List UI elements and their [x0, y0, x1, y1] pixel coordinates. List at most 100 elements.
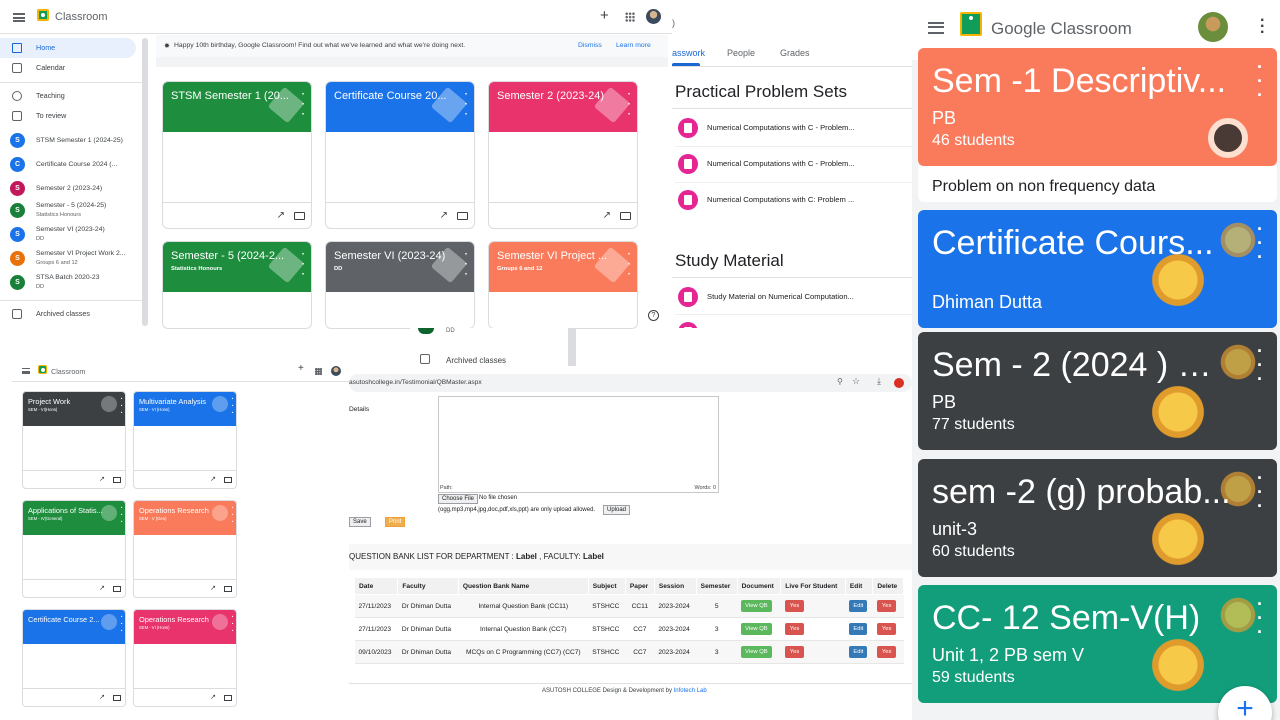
class-card-header[interactable]: Semester - 5 (2024-2... Statistics Honour…: [163, 242, 311, 292]
class-card-title[interactable]: Applications of Statis...: [28, 506, 110, 515]
list-item-title[interactable]: Study Material on Numerical Computation.…: [707, 327, 907, 328]
class-card[interactable]: Certificate Cours... Dhiman Dutta · · ·: [918, 210, 1277, 328]
view-qb-button[interactable]: View QB: [741, 623, 772, 635]
live-toggle-button[interactable]: Yes: [784, 623, 805, 635]
address-bar[interactable]: asutoshcollege.in/Testimonial/QBMaster.a…: [349, 374, 912, 392]
sidebar-class-item[interactable]: S STSA Batch 2020-23 DD: [0, 272, 136, 294]
avatar[interactable]: [331, 366, 341, 376]
more-vert-icon[interactable]: · · ·: [1260, 13, 1265, 41]
more-vert-icon[interactable]: · · ·: [121, 614, 123, 635]
list-item[interactable]: Study Material on Numerical Computation.…: [675, 317, 909, 328]
class-card-title[interactable]: Semester 2 (2023-24): [497, 90, 615, 102]
sidebar-class-item[interactable]: S Semester VI (2023-24) DD: [0, 224, 136, 246]
folder-icon[interactable]: [224, 586, 232, 592]
class-card-header[interactable]: Applications of Statis... SEM - IV(Genera…: [23, 501, 125, 535]
more-vert-icon[interactable]: · · ·: [232, 396, 234, 417]
class-card-title[interactable]: Operations Research: [139, 506, 221, 515]
details-editor[interactable]: Path: Words: 0: [438, 396, 719, 493]
add-icon[interactable]: +: [298, 363, 304, 374]
class-card[interactable]: Applications of Statis... SEM - IV(Genera…: [22, 500, 126, 598]
list-item-title[interactable]: Study Material on Numerical Computation.…: [707, 292, 907, 301]
class-card-title[interactable]: Sem -1 Descriptiv...: [932, 62, 1232, 101]
learn-more-link[interactable]: Learn more: [616, 42, 651, 49]
sidebar-item-teaching[interactable]: Teaching: [0, 86, 136, 106]
more-vert-icon[interactable]: · · ·: [465, 250, 468, 280]
sidebar-item-to-review[interactable]: To review: [0, 106, 136, 126]
more-vert-icon[interactable]: · · ·: [1257, 342, 1263, 388]
sidebar-class-item[interactable]: S Semester VI Project Work 2... Groups 6 a…: [0, 248, 136, 270]
trending-icon[interactable]: ↗: [99, 584, 105, 592]
class-card[interactable]: Semester 2 (2023-24) · · · ↗: [488, 81, 638, 229]
sidebar-item-archived[interactable]: Archived classes: [0, 304, 136, 324]
list-item-title[interactable]: Numerical Computations with C - Problem.…: [707, 123, 907, 132]
class-card-title[interactable]: Certificate Course 2...: [28, 615, 110, 624]
choose-file-button[interactable]: Choose File: [438, 494, 479, 504]
list-item[interactable]: Numerical Computations with C - Problem.…: [675, 113, 909, 143]
bookmark-star-icon[interactable]: ☆: [852, 376, 860, 387]
folder-icon[interactable]: [113, 477, 121, 483]
menu-icon[interactable]: [928, 22, 944, 34]
class-card-title[interactable]: Project Work: [28, 397, 110, 406]
folder-icon[interactable]: [294, 212, 305, 220]
class-card-title[interactable]: Sem - 2 (2024 ) De...: [932, 346, 1232, 385]
folder-icon[interactable]: [620, 212, 631, 220]
view-qb-button[interactable]: View QB: [741, 600, 772, 612]
class-card[interactable]: Semester VI (2023-24) DD · · ·: [325, 241, 475, 329]
class-card-title[interactable]: Semester VI Project ...: [497, 250, 615, 262]
overlay-archived[interactable]: Archived classes: [446, 356, 506, 365]
sidebar-class-item[interactable]: S STSM Semester 1 (2024-25): [0, 130, 136, 152]
tab-classwork[interactable]: asswork: [672, 48, 705, 58]
trending-icon[interactable]: ↗: [440, 210, 448, 221]
sidebar-class-item[interactable]: S Semester 2 (2023-24): [0, 178, 136, 200]
class-card[interactable]: Operations Research SEM - V (Gen) · · · ↗: [133, 500, 237, 598]
trending-icon[interactable]: ↗: [210, 475, 216, 483]
live-toggle-button[interactable]: Yes: [784, 646, 805, 658]
save-button[interactable]: Save: [349, 517, 371, 527]
class-card[interactable]: STSM Semester 1 (20... · · · ↗: [162, 81, 312, 229]
help-icon[interactable]: ?: [648, 310, 659, 321]
class-card-title[interactable]: Multivariate Analysis: [139, 397, 221, 406]
class-card-header[interactable]: Certificate Course 20... · · ·: [326, 82, 474, 132]
tab-grades[interactable]: Grades: [780, 48, 810, 58]
class-card-header[interactable]: Certificate Course 2... · · ·: [23, 610, 125, 644]
more-vert-icon[interactable]: · · ·: [121, 505, 123, 526]
class-card[interactable]: Project Work SEM - VI(Hons) · · · ↗: [22, 391, 126, 489]
infotech-link[interactable]: Infotech Lab: [674, 688, 707, 694]
class-card-header[interactable]: Operations Research SEM - VI (Hons) · · ·: [134, 610, 236, 644]
url-text[interactable]: asutoshcollege.in/Testimonial/QBMaster.a…: [349, 379, 649, 386]
class-card-header[interactable]: Multivariate Analysis SEM - VI (Hons) · · ·: [134, 392, 236, 426]
class-card-header[interactable]: Project Work SEM - VI(Hons) · · ·: [23, 392, 125, 426]
more-vert-icon[interactable]: · · ·: [121, 396, 123, 417]
class-card[interactable]: Certificate Course 20... · · · ↗: [325, 81, 475, 229]
more-vert-icon[interactable]: · · ·: [1257, 220, 1263, 266]
list-item-title[interactable]: Numerical Computations with C: Problem .…: [707, 195, 907, 204]
sidebar-item-calendar[interactable]: Calendar: [0, 58, 136, 78]
trending-icon[interactable]: ↗: [99, 475, 105, 483]
profile-icon[interactable]: [894, 378, 904, 388]
class-card-header[interactable]: Semester 2 (2023-24) · · ·: [489, 82, 637, 132]
sidebar-item-home[interactable]: Home: [0, 38, 136, 58]
edit-button[interactable]: Edit: [849, 646, 868, 658]
class-card-title[interactable]: CC- 12 Sem-V(H): [932, 599, 1232, 638]
tab-people[interactable]: People: [727, 48, 755, 58]
more-vert-icon[interactable]: · · ·: [628, 250, 631, 280]
class-card[interactable]: sem -2 (g) probab... unit-3 60 students · · ·: [918, 459, 1277, 577]
sidebar-class-item[interactable]: S Semester - 5 (2024-25) Statistics Honour…: [0, 200, 136, 222]
zoom-icon[interactable]: ⚲: [837, 377, 843, 386]
class-card-header[interactable]: Operations Research SEM - V (Gen) · · ·: [134, 501, 236, 535]
class-card-title[interactable]: Operations Research: [139, 615, 221, 624]
more-vert-icon[interactable]: · · ·: [1257, 469, 1263, 515]
list-item[interactable]: Study Material on Numerical Computation.…: [675, 282, 909, 312]
class-card-title[interactable]: Semester - 5 (2024-2...: [171, 250, 289, 262]
dismiss-button[interactable]: Dismiss: [578, 42, 602, 49]
folder-icon[interactable]: [224, 695, 232, 701]
avatar[interactable]: [646, 9, 661, 24]
more-vert-icon[interactable]: · · ·: [232, 614, 234, 635]
class-card-title[interactable]: Semester VI (2023-24): [334, 250, 452, 262]
menu-icon[interactable]: [13, 13, 25, 22]
class-card[interactable]: Semester VI Project ... Groups 6 and 12 · ·…: [488, 241, 638, 329]
download-icon[interactable]: ⤓: [877, 376, 881, 387]
upload-button[interactable]: Upload: [603, 505, 631, 515]
folder-icon[interactable]: [113, 586, 121, 592]
list-item[interactable]: Numerical Computations with C - Problem.…: [675, 149, 909, 179]
